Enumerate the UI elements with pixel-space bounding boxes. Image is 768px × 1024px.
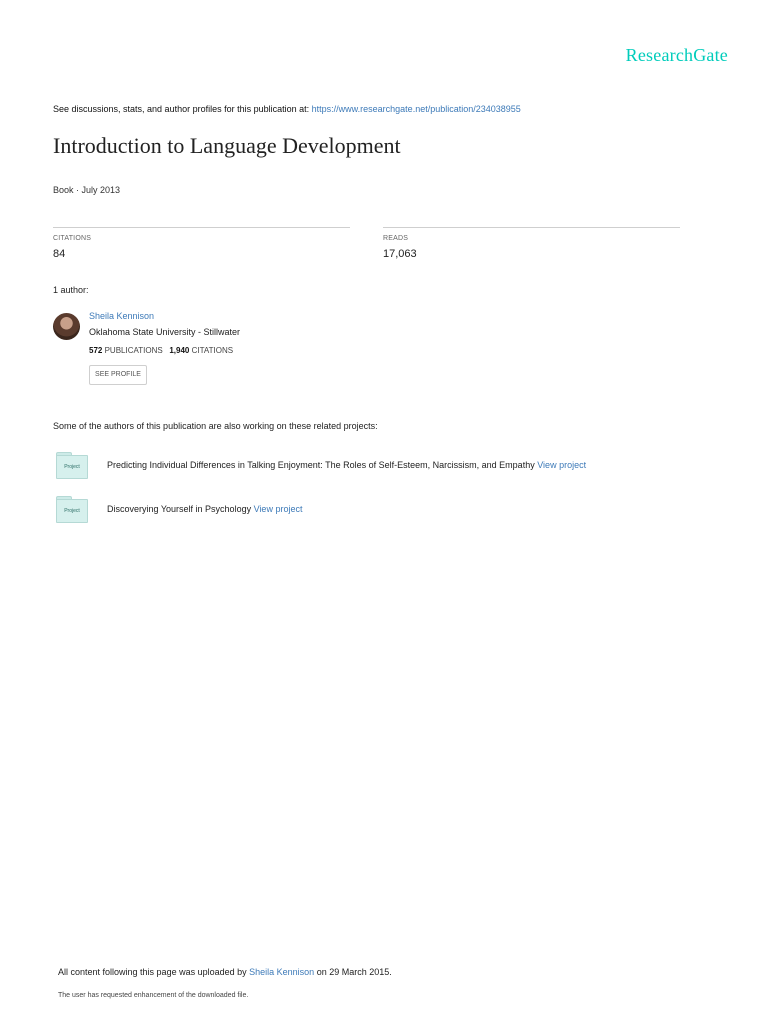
- publication-url-link[interactable]: https://www.researchgate.net/publication…: [312, 104, 521, 114]
- discussion-line: See discussions, stats, and author profi…: [53, 104, 521, 114]
- enhancement-note: The user has requested enhancement of th…: [58, 992, 249, 999]
- discussion-prefix: See discussions, stats, and author profi…: [53, 104, 312, 114]
- authors-heading: 1 author:: [53, 285, 89, 295]
- project-icon-label: Project: [56, 455, 88, 479]
- author-name-link[interactable]: Sheila Kennison: [89, 311, 154, 321]
- project-item: Discoverying Yourself in Psychology View…: [107, 504, 302, 514]
- author-publications-label: PUBLICATIONS: [104, 346, 163, 355]
- view-project-link[interactable]: View project: [537, 460, 586, 470]
- researchgate-logo[interactable]: ResearchGate: [626, 45, 728, 66]
- upload-notice: All content following this page was uplo…: [58, 967, 392, 977]
- author-stats: 572 PUBLICATIONS 1,940 CITATIONS: [89, 346, 233, 355]
- reads-divider: [383, 227, 680, 228]
- project-title: Discoverying Yourself in Psychology: [107, 504, 252, 514]
- publication-meta: Book · July 2013: [53, 185, 121, 195]
- reads-label: READS: [383, 235, 409, 242]
- citations-divider: [53, 227, 350, 228]
- upload-suffix: on 29 March 2015.: [314, 967, 392, 977]
- author-citations-count: 1,940: [169, 346, 190, 355]
- project-folder-icon[interactable]: Project: [56, 452, 88, 479]
- author-avatar[interactable]: [53, 313, 80, 340]
- project-icon-label: Project: [56, 499, 88, 523]
- project-folder-icon[interactable]: Project: [56, 496, 88, 523]
- project-title: Predicting Individual Differences in Tal…: [107, 460, 535, 470]
- view-project-link[interactable]: View project: [254, 504, 303, 514]
- citations-value: 84: [53, 248, 66, 260]
- uploader-link[interactable]: Sheila Kennison: [249, 967, 314, 977]
- citations-label: CITATIONS: [53, 235, 92, 242]
- publication-title: Introduction to Language Development: [53, 133, 401, 158]
- related-projects-heading: Some of the authors of this publication …: [53, 421, 378, 431]
- see-profile-button[interactable]: SEE PROFILE: [89, 365, 147, 385]
- author-institution: Oklahoma State University - Stillwater: [89, 327, 241, 337]
- reads-value: 17,063: [383, 248, 417, 260]
- author-citations-label: CITATIONS: [191, 346, 234, 355]
- author-publications-count: 572: [89, 346, 103, 355]
- project-item: Predicting Individual Differences in Tal…: [107, 460, 586, 470]
- upload-prefix: All content following this page was uplo…: [58, 967, 250, 977]
